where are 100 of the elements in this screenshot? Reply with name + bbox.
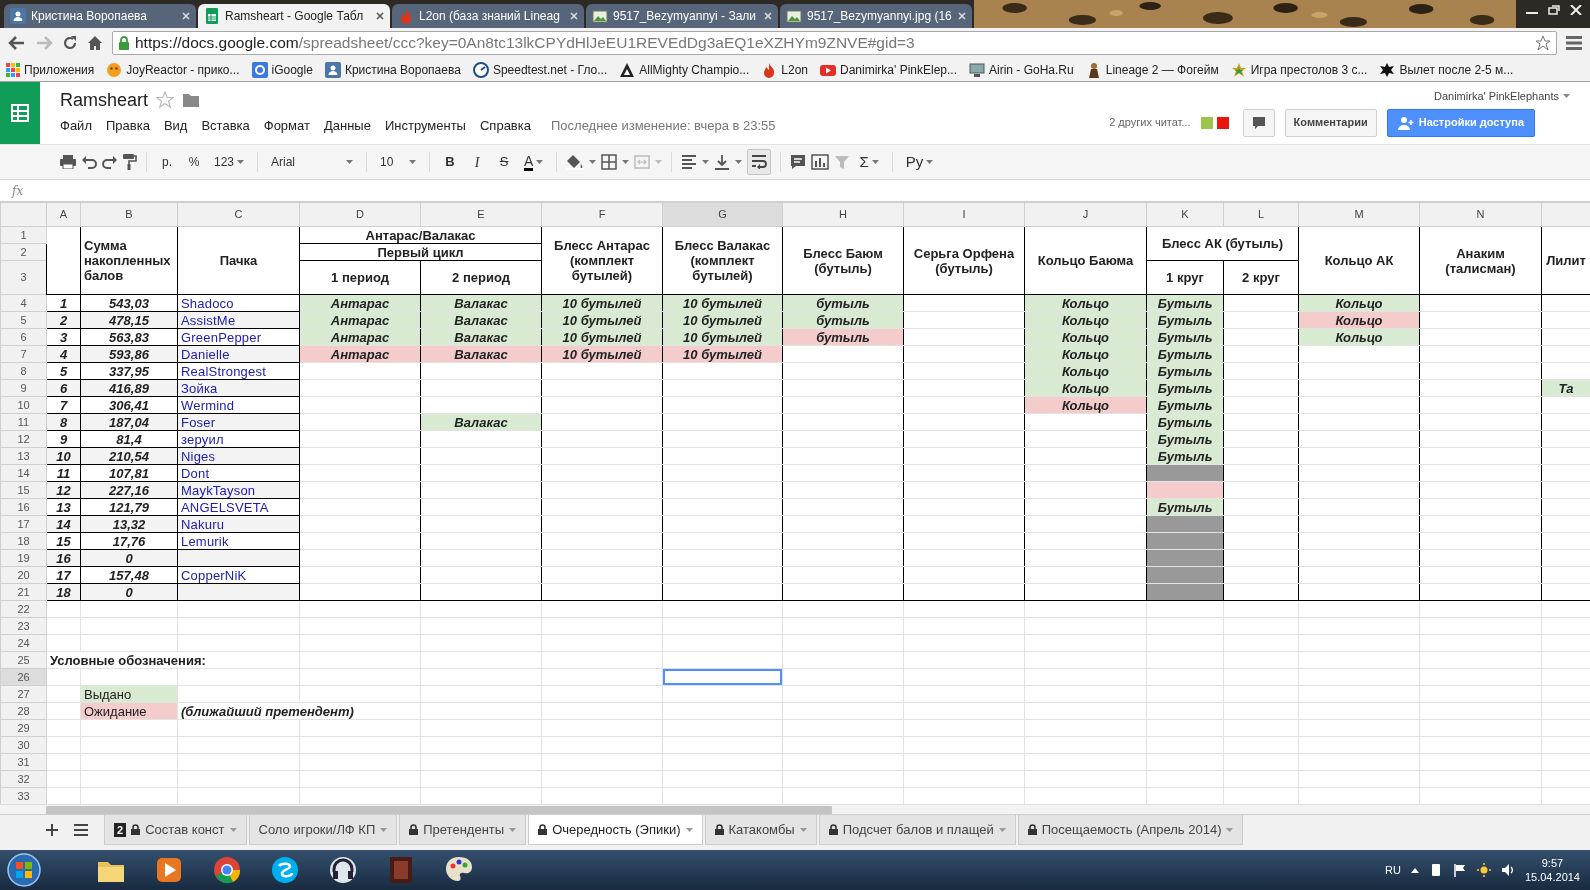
sheet-list-icon[interactable] (74, 824, 88, 836)
italic-button[interactable]: I (466, 149, 489, 175)
currency-button[interactable]: р. (156, 149, 178, 175)
fill-color-icon[interactable] (566, 154, 585, 170)
bookmark-link[interactable]: Lineage 2 — Фогейм (1105, 60, 1219, 79)
close-icon[interactable] (376, 12, 384, 20)
paint-format-icon[interactable] (123, 154, 137, 170)
column-header[interactable]: M (1298, 202, 1420, 227)
headset-icon[interactable] (327, 854, 359, 886)
row-header[interactable]: 3 (0, 260, 47, 295)
menu-item[interactable]: Инструменты (384, 116, 466, 136)
spreadsheet-icon[interactable] (10, 102, 30, 124)
menu-item[interactable]: Правка (105, 116, 150, 136)
bookmark-link[interactable]: AllMighty Champio... (639, 60, 750, 79)
last-edit-text[interactable]: Последнее изменение: вчера в 23:55 (550, 116, 776, 136)
font-dropdown[interactable]: Arial (267, 149, 358, 175)
column-header[interactable]: D (299, 202, 421, 227)
bookmark-link[interactable]: Speedtest.net - Гло... (492, 60, 608, 79)
bookmark-link[interactable]: Airin - GoHa.Ru (989, 60, 1074, 79)
flag-icon[interactable] (1452, 863, 1467, 877)
scrollbar-thumb[interactable] (46, 806, 832, 814)
column-header[interactable]: N (1419, 202, 1542, 227)
bookmark-link[interactable]: Кристина Воропаева (344, 60, 461, 79)
menu-icon[interactable] (1566, 36, 1582, 50)
sheet-tab[interactable]: Подсчет балов и плащей (818, 815, 1016, 845)
sheet-tab[interactable]: Посещаемость (Апрель 2014) (1017, 815, 1244, 845)
menu-item[interactable]: Файл (60, 116, 92, 136)
browser-tab[interactable]: 9517_Bezymyannyi - Зали (586, 4, 778, 28)
align-left-icon[interactable] (681, 155, 698, 169)
sun-icon[interactable] (1476, 863, 1491, 877)
sheet-tab[interactable]: Очередность (Эпики) (528, 815, 703, 845)
sheet-tab[interactable]: Катакомбы (704, 815, 817, 845)
back-arrow-icon[interactable] (8, 35, 26, 51)
column-header[interactable]: J (1024, 202, 1147, 227)
chat-icon[interactable] (269, 854, 301, 886)
undo-icon[interactable] (81, 155, 97, 169)
sheet-tab[interactable]: Претенденты (399, 815, 527, 845)
selected-cell[interactable] (662, 668, 783, 686)
clock[interactable]: 9:57 15.04.2014 (1524, 856, 1580, 884)
reload-icon[interactable] (62, 35, 78, 51)
menu-item[interactable]: Формат (263, 116, 310, 136)
star-icon[interactable] (156, 91, 175, 109)
number-format-button[interactable]: 123 (210, 149, 249, 175)
restore-icon[interactable] (1548, 5, 1560, 15)
redo-icon[interactable] (102, 155, 118, 169)
column-header[interactable]: F (541, 202, 663, 227)
user-name[interactable]: Danimirka' PinkElephants (1434, 88, 1559, 105)
comment-button[interactable] (1242, 108, 1275, 137)
borders-icon[interactable] (601, 154, 618, 170)
bookmark-link[interactable]: L2on (781, 60, 808, 79)
input-tools-button[interactable]: Ру (901, 149, 938, 175)
address-field[interactable]: https://docs.google.com/spreadsheet/ccc?key=0An8tc13lkCPYdHlJeEU1REVEdDg3aEQ1eXZHYm9ZNVE#gid=3 (112, 31, 1557, 55)
bookmark-link[interactable]: iGoogle (271, 60, 313, 79)
browser-tab[interactable]: 9517_Bezymyannyi.jpg (16 (780, 4, 972, 28)
add-sheet-icon[interactable] (46, 824, 58, 836)
menu-item[interactable]: Вид (163, 116, 188, 136)
column-header[interactable]: G (662, 202, 783, 227)
chart-icon[interactable] (811, 154, 830, 170)
start-button-icon[interactable] (6, 852, 42, 888)
sheet-tab[interactable]: 2 Состав конст (104, 815, 247, 845)
comments-button[interactable]: Комментарии (1284, 108, 1377, 137)
browser-tab[interactable]: L2on (база знаний Lineag (392, 4, 584, 28)
home-icon[interactable] (87, 35, 103, 51)
strikethrough-button[interactable]: S (493, 149, 516, 175)
document-title[interactable]: Ramsheart (60, 88, 149, 112)
bookmark-link[interactable]: Игра престолов 3 с... (1250, 60, 1368, 79)
star-icon[interactable] (1535, 35, 1551, 51)
caret-icon[interactable] (1410, 867, 1419, 873)
menu-item[interactable]: Данные (323, 116, 371, 136)
language-indicator[interactable]: RU (1385, 861, 1401, 879)
column-header[interactable]: E (420, 202, 542, 227)
print-icon[interactable] (60, 155, 76, 169)
header-cell: Кольцо Баюма (1024, 226, 1147, 295)
functions-button[interactable]: Σ (855, 149, 883, 175)
comment-icon[interactable] (790, 154, 807, 170)
browser-tab[interactable]: Ramsheart - Google Табл (198, 4, 390, 28)
bookmark-link[interactable]: Вылет после 2-5 м... (1399, 60, 1514, 79)
column-header[interactable]: L (1223, 202, 1299, 227)
column-header[interactable]: C (177, 202, 300, 227)
browser-icon[interactable] (211, 854, 243, 886)
vertical-align-icon[interactable] (714, 154, 731, 170)
text-color-button[interactable]: A (520, 149, 548, 175)
wrap-text-button[interactable] (747, 149, 772, 175)
bold-button[interactable]: B (439, 149, 462, 175)
sheet-tab[interactable]: Соло игроки/ЛФ КП (248, 815, 398, 845)
menu-item[interactable]: Справка (479, 116, 531, 136)
column-header[interactable]: A (46, 202, 81, 227)
bookmark-link[interactable]: JoyReactor - прико... (126, 60, 240, 79)
bookmark-link[interactable]: Danimirka' PinkElep... (840, 60, 957, 79)
column-header[interactable]: B (80, 202, 178, 227)
browser-tab[interactable]: Кристина Воропаева (4, 4, 196, 28)
column-header[interactable]: H (782, 202, 904, 227)
column-header[interactable]: I (903, 202, 1025, 227)
bookmark-link[interactable]: Приложения (24, 60, 95, 79)
volume-icon[interactable] (1500, 863, 1515, 877)
menu-item[interactable]: Вставка (201, 116, 250, 136)
horizontal-scrollbar[interactable] (0, 804, 1590, 814)
percent-button[interactable]: % (183, 149, 205, 175)
column-header[interactable]: K (1146, 202, 1224, 227)
font-size-dropdown[interactable]: 10 (376, 149, 421, 175)
